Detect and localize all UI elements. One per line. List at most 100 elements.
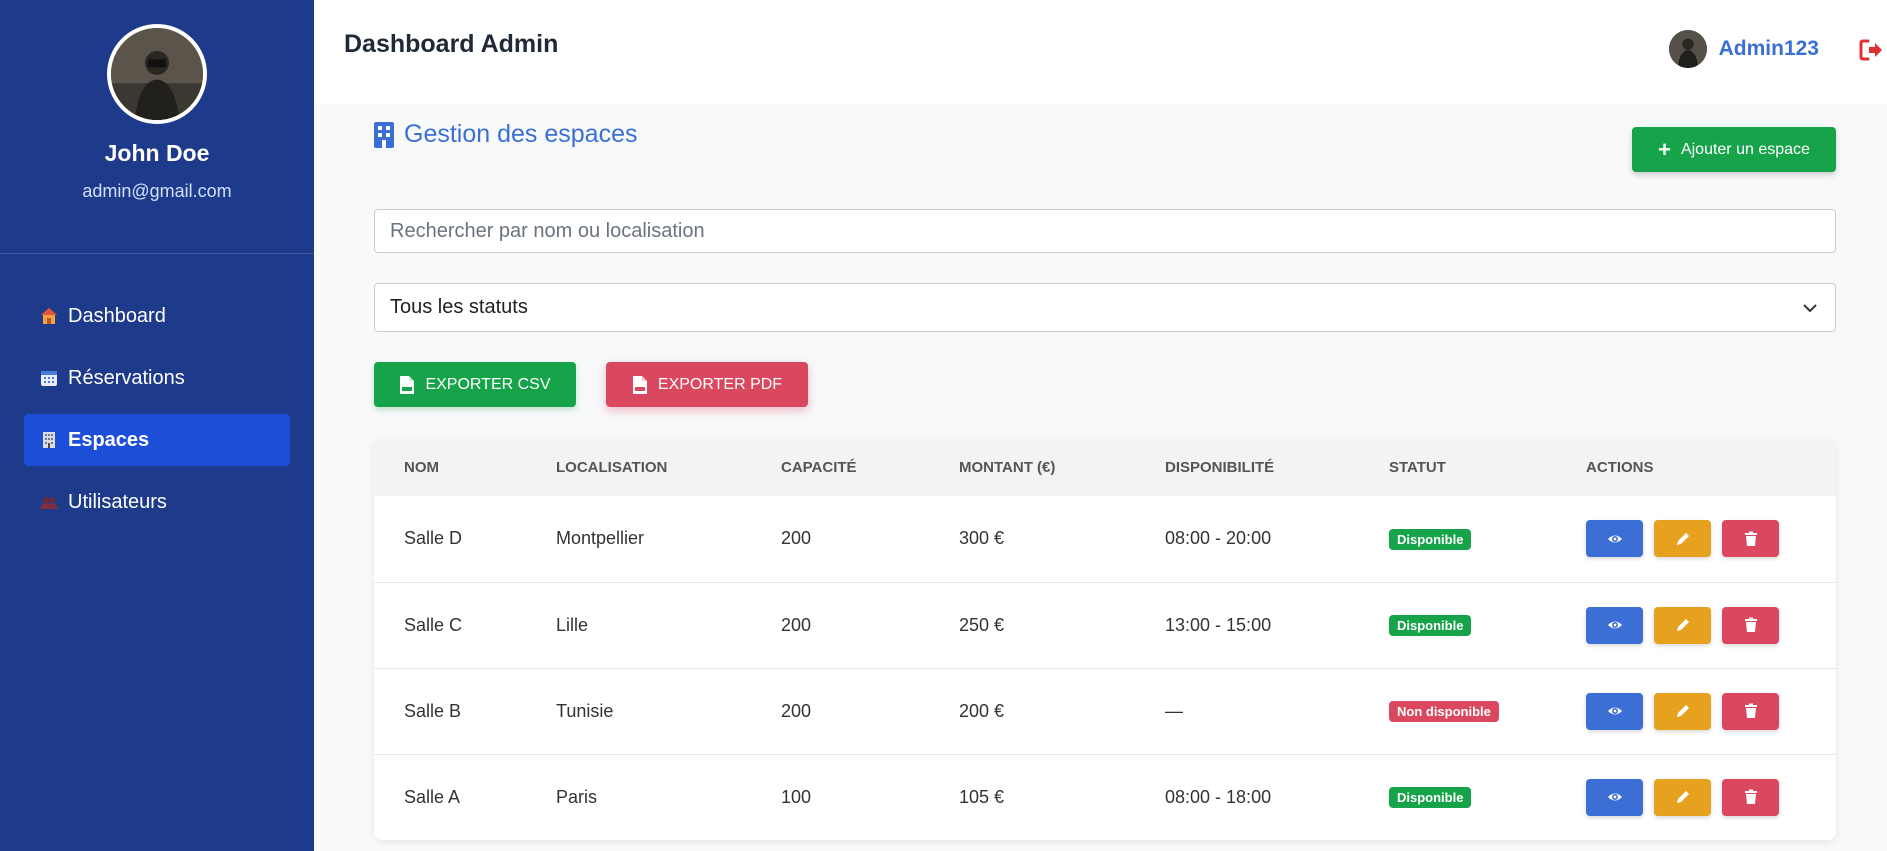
eye-icon: [1607, 621, 1622, 629]
profile-avatar: [107, 24, 207, 124]
table-row: Salle B Tunisie 200 200 € — Non disponib…: [374, 668, 1836, 754]
cell-localisation: Lille: [556, 614, 589, 635]
trash-icon: [1744, 617, 1757, 632]
cell-actions: [1556, 496, 1836, 582]
eye-icon: [1607, 707, 1622, 715]
export-pdf-label: EXPORTER PDF: [657, 375, 783, 393]
column-header: CAPACITÉ: [781, 458, 857, 476]
cell-capacite: 200: [781, 614, 812, 635]
delete-button[interactable]: [1722, 520, 1779, 558]
view-button[interactable]: [1586, 520, 1643, 558]
trash-icon: [1744, 531, 1757, 546]
table-row: Salle C Lille 200 250 € 13:00 - 15:00 Di…: [374, 582, 1836, 668]
users-icon: [38, 491, 60, 513]
section-title-text: Gestion des espaces: [404, 120, 638, 148]
search-input[interactable]: [374, 209, 1836, 253]
calendar-icon: [38, 367, 60, 389]
sidebar-item-dashboard[interactable]: Dashboard: [24, 290, 290, 342]
cell-montant: 250 €: [959, 614, 1005, 635]
building-icon: [374, 121, 394, 148]
file-csv-icon: [400, 375, 415, 394]
spaces-table: NOM LOCALISATION CAPACITÉ MONTANT (€) DI…: [374, 438, 1836, 840]
cell-capacite: 200: [781, 700, 812, 721]
sign-out-icon[interactable]: [1857, 36, 1885, 64]
cell-actions: [1556, 754, 1836, 840]
export-pdf-button[interactable]: EXPORTER PDF: [606, 362, 808, 407]
status-badge: Non disponible: [1389, 701, 1499, 722]
eye-icon: [1607, 793, 1622, 801]
table-row: Salle A Paris 100 105 € 08:00 - 18:00 Di…: [374, 754, 1836, 840]
status-filter-select[interactable]: Tous les statuts: [374, 283, 1836, 332]
delete-button[interactable]: [1722, 606, 1779, 644]
cell-capacite: 100: [781, 786, 812, 807]
cell-disponibilite: 13:00 - 15:00: [1165, 614, 1272, 635]
sidebar-item-utilisateurs[interactable]: Utilisateurs: [24, 476, 290, 528]
sidebar-item-reservations[interactable]: Réservations: [24, 352, 290, 404]
add-space-label: Ajouter un espace: [1680, 140, 1810, 158]
sidebar-nav: Dashboard Réservations Espaces Utilisate…: [0, 254, 314, 528]
column-header: LOCALISATION: [556, 458, 668, 476]
view-button[interactable]: [1586, 692, 1643, 730]
profile-name: John Doe: [104, 140, 210, 166]
plus-icon: +: [1658, 136, 1671, 162]
pencil-icon: [1676, 791, 1689, 804]
export-csv-label: EXPORTER CSV: [425, 375, 551, 393]
edit-button[interactable]: [1654, 606, 1711, 644]
cell-nom: Salle A: [404, 786, 461, 807]
sidebar-item-label: Réservations: [68, 366, 185, 389]
delete-button[interactable]: [1722, 692, 1779, 730]
cell-disponibilite: 08:00 - 20:00: [1165, 528, 1272, 549]
add-space-button[interactable]: + Ajouter un espace: [1632, 127, 1836, 172]
cell-montant: 105 €: [959, 786, 1005, 807]
user-menu[interactable]: Admin123: [1668, 30, 1819, 68]
trash-icon: [1744, 789, 1757, 805]
table-header-row: NOM LOCALISATION CAPACITÉ MONTANT (€) DI…: [374, 438, 1836, 496]
cell-nom: Salle D: [404, 528, 463, 549]
delete-button[interactable]: [1722, 778, 1779, 816]
profile-email: admin@gmail.com: [82, 181, 232, 201]
pencil-icon: [1676, 705, 1689, 717]
view-button[interactable]: [1586, 778, 1643, 816]
cell-montant: 200 €: [959, 700, 1005, 721]
cell-actions: [1556, 582, 1836, 668]
sidebar-item-label: Dashboard: [68, 304, 166, 327]
cell-nom: Salle C: [404, 614, 463, 635]
section-title: Gestion des espaces: [374, 120, 637, 149]
cell-disponibilite: —: [1165, 700, 1183, 721]
cell-statut: Disponible: [1359, 754, 1556, 840]
column-header: MONTANT (€): [959, 458, 1056, 476]
cell-nom: Salle B: [404, 700, 462, 721]
status-filter-value: Tous les statuts: [390, 296, 528, 318]
file-pdf-icon: [632, 375, 647, 394]
edit-button[interactable]: [1654, 778, 1711, 816]
eye-icon: [1607, 535, 1622, 543]
top-header: Dashboard Admin Admin123: [314, 0, 1887, 104]
avatar: [1668, 30, 1707, 68]
column-header: ACTIONS: [1586, 458, 1654, 476]
sidebar-item-espaces[interactable]: Espaces: [24, 414, 290, 466]
status-badge: Disponible: [1389, 528, 1472, 550]
pencil-icon: [1676, 619, 1689, 631]
username: Admin123: [1718, 37, 1819, 60]
column-header: NOM: [404, 458, 439, 476]
cell-statut: Disponible: [1359, 582, 1556, 668]
office-building-icon: [38, 429, 60, 451]
status-badge: Disponible: [1389, 787, 1472, 809]
edit-button[interactable]: [1654, 520, 1711, 558]
export-csv-button[interactable]: EXPORTER CSV: [374, 362, 576, 407]
status-badge: Disponible: [1389, 615, 1472, 636]
page-title: Dashboard Admin: [344, 30, 559, 58]
sidebar: John Doe admin@gmail.com Dashboard Réser…: [0, 0, 314, 851]
sidebar-item-label: Espaces: [68, 428, 150, 451]
cell-montant: 300 €: [959, 528, 1005, 549]
cell-actions: [1556, 668, 1836, 754]
cell-statut: Non disponible: [1359, 668, 1556, 754]
cell-statut: Disponible: [1359, 496, 1556, 582]
cell-localisation: Tunisie: [556, 700, 614, 721]
house-icon: [38, 305, 60, 327]
profile-section: John Doe admin@gmail.com: [0, 0, 314, 254]
table-row: Salle D Montpellier 200 300 € 08:00 - 20…: [374, 496, 1836, 582]
trash-icon: [1744, 703, 1757, 718]
view-button[interactable]: [1586, 606, 1643, 644]
edit-button[interactable]: [1654, 692, 1711, 730]
